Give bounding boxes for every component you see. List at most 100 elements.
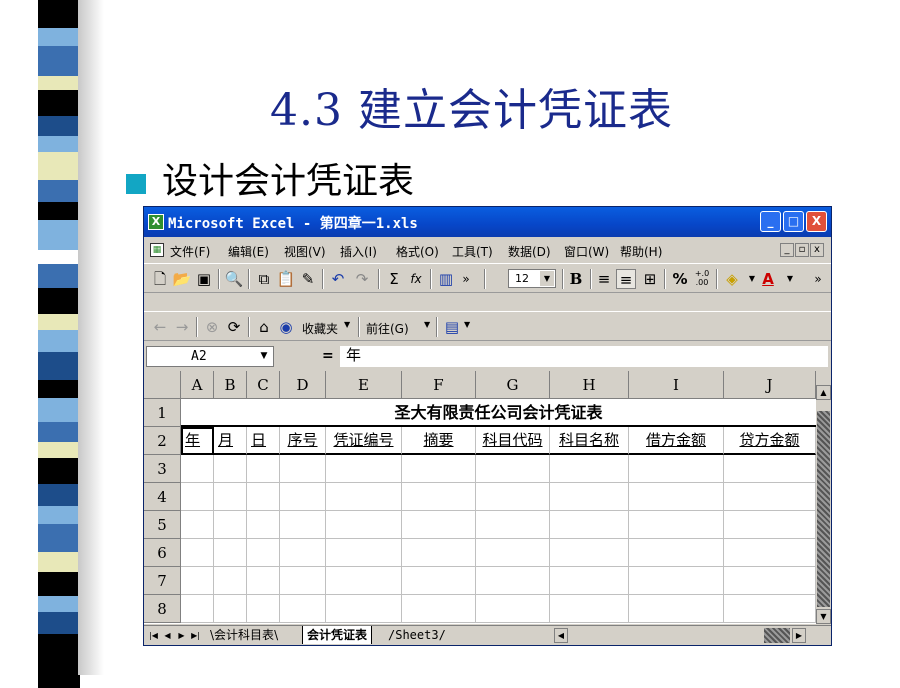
- column-header-C[interactable]: C: [247, 371, 280, 399]
- cell[interactable]: [629, 539, 724, 567]
- font-color-icon[interactable]: A: [758, 269, 778, 289]
- prev-sheet-icon[interactable]: ◀: [162, 628, 173, 643]
- close-button[interactable]: X: [806, 211, 827, 232]
- scroll-left-icon[interactable]: ◀: [554, 628, 568, 643]
- sheet-tab-vouchers[interactable]: 会计凭证表: [302, 626, 373, 644]
- scroll-up-icon[interactable]: ▲: [816, 385, 831, 400]
- header-cell[interactable]: 科目代码: [476, 427, 550, 455]
- cell[interactable]: [476, 483, 550, 511]
- cell[interactable]: [247, 511, 280, 539]
- name-box[interactable]: A2: [146, 346, 274, 367]
- cell[interactable]: [214, 511, 247, 539]
- cell[interactable]: [247, 567, 280, 595]
- scroll-right-icon[interactable]: ▶: [792, 628, 806, 643]
- cell[interactable]: [247, 483, 280, 511]
- column-header-H[interactable]: H: [550, 371, 629, 399]
- column-header-A[interactable]: A: [181, 371, 214, 399]
- cell[interactable]: [724, 539, 816, 567]
- cell[interactable]: [326, 567, 402, 595]
- next-sheet-icon[interactable]: ▶: [176, 628, 187, 643]
- chevron-down-icon[interactable]: ▼: [540, 271, 554, 286]
- first-sheet-icon[interactable]: |◀: [148, 628, 159, 643]
- scroll-down-icon[interactable]: ▼: [816, 609, 831, 624]
- row-header-5[interactable]: 5: [144, 511, 181, 539]
- cell[interactable]: [724, 511, 816, 539]
- header-cell[interactable]: 借方金额: [629, 427, 724, 455]
- cell[interactable]: [181, 455, 214, 483]
- percent-icon[interactable]: %: [670, 269, 690, 289]
- sheet-title-cell[interactable]: 圣大有限责任公司会计凭证表: [181, 399, 816, 427]
- cell[interactable]: [629, 455, 724, 483]
- doc-minimize-button[interactable]: _: [780, 243, 794, 257]
- formula-input[interactable]: 年: [340, 346, 828, 367]
- redo-icon[interactable]: ↷: [352, 269, 372, 289]
- row-header-4[interactable]: 4: [144, 483, 181, 511]
- chevron-down-icon[interactable]: ▼: [424, 320, 430, 329]
- cell[interactable]: [724, 455, 816, 483]
- menu-edit[interactable]: 编辑(E): [228, 243, 269, 260]
- toolbar-more[interactable]: »: [456, 269, 476, 289]
- column-header-D[interactable]: D: [280, 371, 326, 399]
- cell[interactable]: [724, 595, 816, 623]
- cell[interactable]: [550, 595, 629, 623]
- chart-wizard-icon[interactable]: ▥: [436, 269, 456, 289]
- chevron-down-icon[interactable]: ▼: [344, 320, 350, 329]
- cell[interactable]: [326, 511, 402, 539]
- fill-color-icon[interactable]: ◈: [722, 269, 742, 289]
- cell[interactable]: [326, 455, 402, 483]
- cell[interactable]: [181, 567, 214, 595]
- cell[interactable]: [629, 595, 724, 623]
- cell[interactable]: [181, 539, 214, 567]
- document-icon[interactable]: ▦: [150, 243, 164, 257]
- column-header-E[interactable]: E: [326, 371, 402, 399]
- open-icon[interactable]: 📂: [172, 269, 192, 289]
- stop-icon[interactable]: ⊗: [202, 317, 222, 337]
- toolbar-more[interactable]: »: [808, 269, 828, 289]
- cell[interactable]: [476, 455, 550, 483]
- cell[interactable]: [280, 539, 326, 567]
- row-header-7[interactable]: 7: [144, 567, 181, 595]
- cell[interactable]: [402, 539, 476, 567]
- menu-data[interactable]: 数据(D): [508, 243, 551, 260]
- chevron-down-icon[interactable]: ▼: [464, 320, 470, 329]
- cell[interactable]: [181, 511, 214, 539]
- cell[interactable]: [550, 539, 629, 567]
- cell[interactable]: [214, 455, 247, 483]
- print-preview-icon[interactable]: 🔍: [224, 269, 244, 289]
- column-header-J[interactable]: J: [724, 371, 816, 399]
- cell[interactable]: [280, 595, 326, 623]
- horizontal-scroll-thumb[interactable]: [764, 628, 790, 643]
- cell[interactable]: [181, 595, 214, 623]
- refresh-icon[interactable]: ⟳: [224, 317, 244, 337]
- cell[interactable]: [550, 567, 629, 595]
- cell[interactable]: [214, 595, 247, 623]
- menu-window[interactable]: 窗口(W): [564, 243, 609, 260]
- cell[interactable]: [402, 567, 476, 595]
- paste-icon[interactable]: 📋: [276, 269, 296, 289]
- cell[interactable]: [280, 455, 326, 483]
- cell[interactable]: [476, 595, 550, 623]
- menu-view[interactable]: 视图(V): [284, 243, 326, 260]
- cell[interactable]: [247, 539, 280, 567]
- cell[interactable]: [247, 595, 280, 623]
- header-cell[interactable]: 贷方金额: [724, 427, 816, 455]
- cell[interactable]: [402, 511, 476, 539]
- cell[interactable]: [476, 567, 550, 595]
- undo-icon[interactable]: ↶: [328, 269, 348, 289]
- autosum-icon[interactable]: Σ: [384, 269, 404, 289]
- chevron-down-icon[interactable]: ▼: [256, 348, 272, 365]
- cell[interactable]: [280, 511, 326, 539]
- column-header-F[interactable]: F: [402, 371, 476, 399]
- column-header-I[interactable]: I: [629, 371, 724, 399]
- menu-file[interactable]: 文件(F): [170, 243, 210, 260]
- row-header-8[interactable]: 8: [144, 595, 181, 623]
- cell[interactable]: [280, 567, 326, 595]
- sheet-tab-accounts[interactable]: \会计科目表\: [210, 626, 278, 644]
- column-header-B[interactable]: B: [214, 371, 247, 399]
- save-icon[interactable]: ▣: [194, 269, 214, 289]
- home-icon[interactable]: ⌂: [254, 317, 274, 337]
- scroll-thumb[interactable]: [817, 411, 830, 607]
- maximize-button[interactable]: □: [783, 211, 804, 232]
- sheet-tab-sheet3[interactable]: /Sheet3/: [388, 626, 446, 644]
- cell[interactable]: [326, 483, 402, 511]
